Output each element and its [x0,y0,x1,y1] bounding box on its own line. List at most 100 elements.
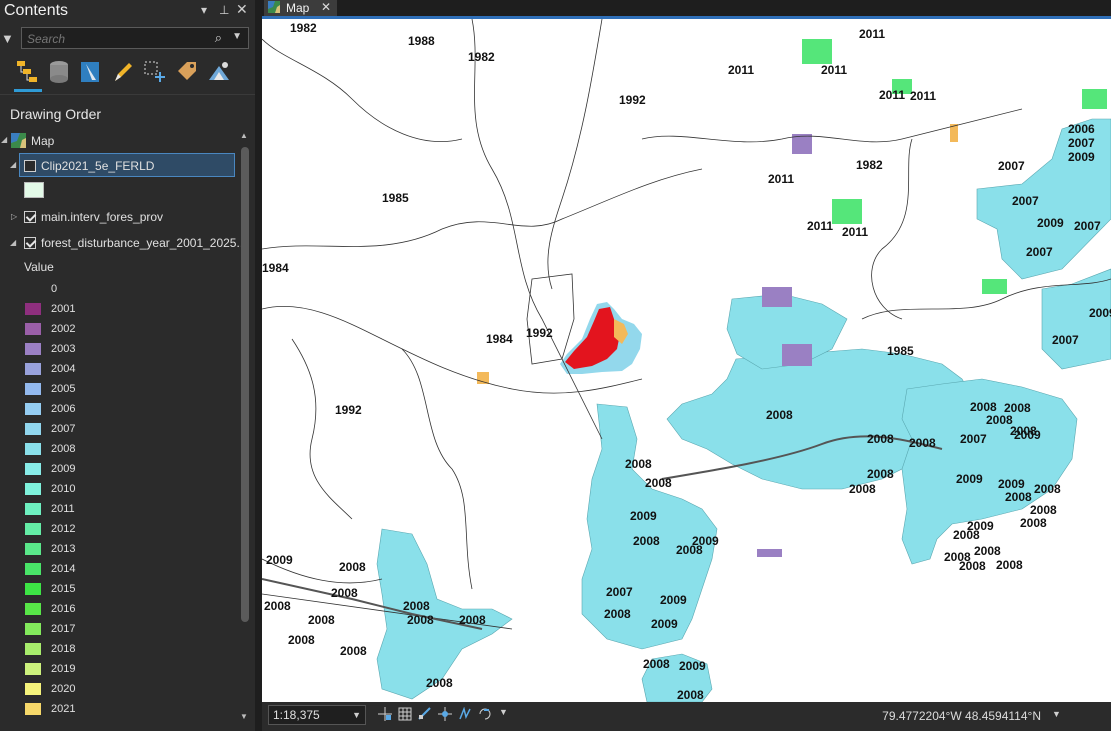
legend-item[interactable]: 2009 [24,460,224,480]
list-by-source-icon[interactable] [46,58,72,86]
legend-swatch[interactable] [25,563,41,575]
legend-item[interactable]: 2006 [24,400,224,420]
map-label: 2007 [1026,245,1053,259]
legend-swatch[interactable] [25,683,41,695]
legend-swatch[interactable] [25,483,41,495]
legend-item[interactable]: 2007 [24,420,224,440]
legend-item[interactable]: 0 [24,280,224,300]
legend-item[interactable]: 2021 [24,700,224,720]
pause-drawing-icon[interactable] [478,707,492,721]
legend-item[interactable]: 2015 [24,580,224,600]
search-input[interactable] [25,30,209,48]
disturbance-patch [1082,89,1107,109]
layer-visibility-checkbox[interactable] [24,237,36,249]
legend-swatch[interactable] [25,403,41,415]
disturbance-patch [762,287,792,307]
divider [0,94,255,95]
legend-item[interactable]: 2019 [24,660,224,680]
constraints-icon[interactable] [438,707,452,721]
legend-swatch[interactable] [25,583,41,595]
close-icon[interactable]: ✕ [321,0,331,14]
legend-swatch[interactable] [25,303,41,315]
layer-name[interactable]: forest_disturbance_year_2001_2025... [41,236,246,250]
collapse-icon[interactable]: ◢ [1,135,7,144]
tab-map[interactable]: Map ✕ [264,0,337,16]
collapse-icon[interactable]: ◢ [10,160,16,169]
scale-value[interactable]: 1:18,375 [273,708,320,722]
search-icon[interactable]: ⌕ [215,30,222,46]
legend-swatch[interactable] [25,643,41,655]
legend-item[interactable]: 2008 [24,440,224,460]
refresh-icon[interactable] [458,707,472,721]
legend-item[interactable]: 2011 [24,500,224,520]
legend-item[interactable]: 2002 [24,320,224,340]
legend-swatch[interactable] [25,603,41,615]
collapse-icon[interactable]: ◢ [10,238,16,247]
fire-disturbance [560,302,642,374]
list-by-labeling-icon[interactable] [174,58,200,86]
layer-name[interactable]: main.interv_fores_prov [41,210,163,224]
list-by-selection-icon[interactable] [78,58,104,86]
legend-swatch[interactable] [25,703,41,715]
chevron-down-icon[interactable]: ▼ [1052,709,1061,719]
legend-swatch[interactable] [25,363,41,375]
grid-icon[interactable] [378,707,392,721]
layer-visibility-checkbox[interactable] [24,160,36,172]
chevron-down-icon[interactable]: ▼ [499,707,508,717]
legend-item[interactable]: 2003 [24,340,224,360]
legend-item[interactable]: 2010 [24,480,224,500]
map-canvas[interactable]: 1982 1988 1982 2011 2011 2011 2011 2011 1992 1985… [262,19,1111,702]
stand-boundary [641,108,1023,143]
legend-swatch[interactable] [25,503,41,515]
legend-swatch[interactable] [25,463,41,475]
list-by-perspective-icon[interactable] [206,58,232,86]
legend-item[interactable]: 2020 [24,680,224,700]
legend-item[interactable]: 2017 [24,620,224,640]
search-options-chevron-icon[interactable]: ▼ [232,31,242,42]
legend-swatch[interactable] [25,663,41,675]
legend-item[interactable]: 2012 [24,520,224,540]
legend-swatch[interactable] [25,383,41,395]
expand-icon[interactable]: ▷ [11,212,17,221]
legend-item[interactable]: 2004 [24,360,224,380]
legend-item[interactable]: 2013 [24,540,224,560]
legend-item[interactable]: 2001 [24,300,224,320]
layer-symbol-swatch[interactable] [24,182,44,198]
close-icon[interactable]: ✕ [236,1,248,18]
legend-label: 2002 [51,323,76,335]
list-by-editing-icon[interactable] [110,58,136,86]
layer-visibility-checkbox[interactable] [24,211,36,223]
filter-icon[interactable]: ▼ [1,31,14,46]
legend-swatch[interactable] [25,283,41,295]
snapping-icon[interactable] [418,707,432,721]
search-box[interactable]: ⌕ ▼ [21,27,249,49]
legend-swatch[interactable] [25,443,41,455]
pane-scrollbar-thumb[interactable] [241,147,249,622]
legend-swatch[interactable] [25,543,41,555]
scroll-down-icon[interactable]: ▼ [240,712,248,721]
list-by-snapping-icon[interactable] [142,58,168,86]
legend-item[interactable]: 2018 [24,640,224,660]
legend-swatch[interactable] [25,423,41,435]
legend-item[interactable]: 2016 [24,600,224,620]
list-by-drawing-order-icon[interactable] [15,58,41,86]
map-label: 2008 [996,558,1023,572]
chevron-down-icon[interactable]: ▾ [201,3,207,17]
scroll-up-icon[interactable]: ▲ [240,131,248,140]
scale-selector[interactable]: 1:18,375 ▼ [268,705,366,725]
legend-swatch[interactable] [25,343,41,355]
legend-swatch[interactable] [25,323,41,335]
layer-name[interactable]: Clip2021_5e_FERLD [41,159,154,173]
legend-label: 2012 [51,523,76,535]
legend-item[interactable]: 2014 [24,560,224,580]
tab-label[interactable]: Map [286,1,309,15]
legend-swatch[interactable] [25,623,41,635]
pin-icon[interactable]: ⊥ [219,3,229,17]
map-node-label[interactable]: Map [31,134,54,148]
legend-swatch[interactable] [25,523,41,535]
legend-item[interactable]: 2005 [24,380,224,400]
coordinate-readout[interactable]: 79.4772204°W 48.4594114°N [882,709,1041,723]
map-label: 2008 [308,613,335,627]
chevron-down-icon[interactable]: ▼ [352,710,361,720]
table-grid-icon[interactable] [398,707,412,721]
